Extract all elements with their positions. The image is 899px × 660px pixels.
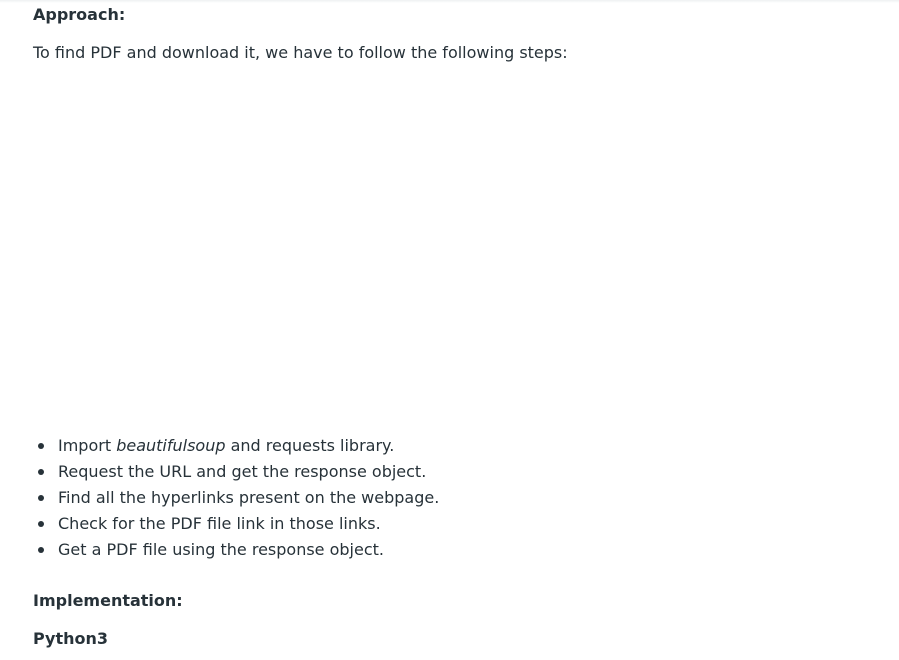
step-text: Find all the hyperlinks present on the w… xyxy=(58,488,440,507)
implementation-heading: Implementation: xyxy=(33,591,183,610)
step-text-after: and requests library. xyxy=(225,436,395,455)
top-divider xyxy=(0,0,899,3)
bullet-icon xyxy=(38,547,44,553)
bullet-icon xyxy=(38,469,44,475)
list-item: Find all the hyperlinks present on the w… xyxy=(33,488,439,514)
step-text-before: Import xyxy=(58,436,117,455)
list-item: Import beautifulsoup and requests librar… xyxy=(33,436,439,462)
approach-heading: Approach: xyxy=(33,5,126,24)
code-language-tab[interactable]: Python3 xyxy=(33,629,108,649)
steps-list: Import beautifulsoup and requests librar… xyxy=(33,436,439,566)
library-name: beautifulsoup xyxy=(116,436,226,455)
blank-content-area xyxy=(33,78,873,418)
list-item: Request the URL and get the response obj… xyxy=(33,462,439,488)
bullet-icon xyxy=(38,495,44,501)
step-text: Request the URL and get the response obj… xyxy=(58,462,427,481)
bullet-icon xyxy=(38,521,44,527)
list-item: Check for the PDF file link in those lin… xyxy=(33,514,439,540)
list-item: Get a PDF file using the response object… xyxy=(33,540,439,566)
step-text: Get a PDF file using the response object… xyxy=(58,540,384,559)
step-text: Check for the PDF file link in those lin… xyxy=(58,514,381,533)
bullet-icon xyxy=(38,443,44,449)
approach-intro-text: To find PDF and download it, we have to … xyxy=(33,43,568,62)
